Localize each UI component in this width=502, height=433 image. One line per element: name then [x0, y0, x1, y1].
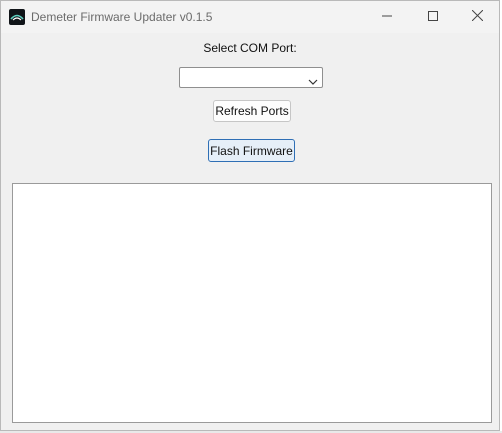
chevron-down-icon — [308, 73, 318, 91]
log-output-area[interactable] — [12, 183, 492, 423]
close-icon — [471, 8, 483, 26]
com-port-label: Select COM Port: — [203, 41, 297, 55]
minimize-button[interactable] — [364, 1, 410, 33]
window-title: Demeter Firmware Updater v0.1.5 — [31, 10, 213, 24]
com-port-select[interactable] — [179, 67, 323, 88]
minimize-icon — [382, 8, 392, 26]
maximize-icon — [428, 8, 438, 26]
app-window: Demeter Firmware Updater v0.1.5 Select C… — [0, 0, 500, 431]
close-button[interactable] — [454, 1, 500, 33]
title-bar[interactable]: Demeter Firmware Updater v0.1.5 — [1, 1, 499, 33]
demeter-logo-icon — [9, 9, 25, 25]
maximize-button[interactable] — [410, 1, 456, 33]
flash-firmware-button[interactable]: Flash Firmware — [208, 139, 295, 162]
refresh-ports-button[interactable]: Refresh Ports — [213, 100, 291, 122]
